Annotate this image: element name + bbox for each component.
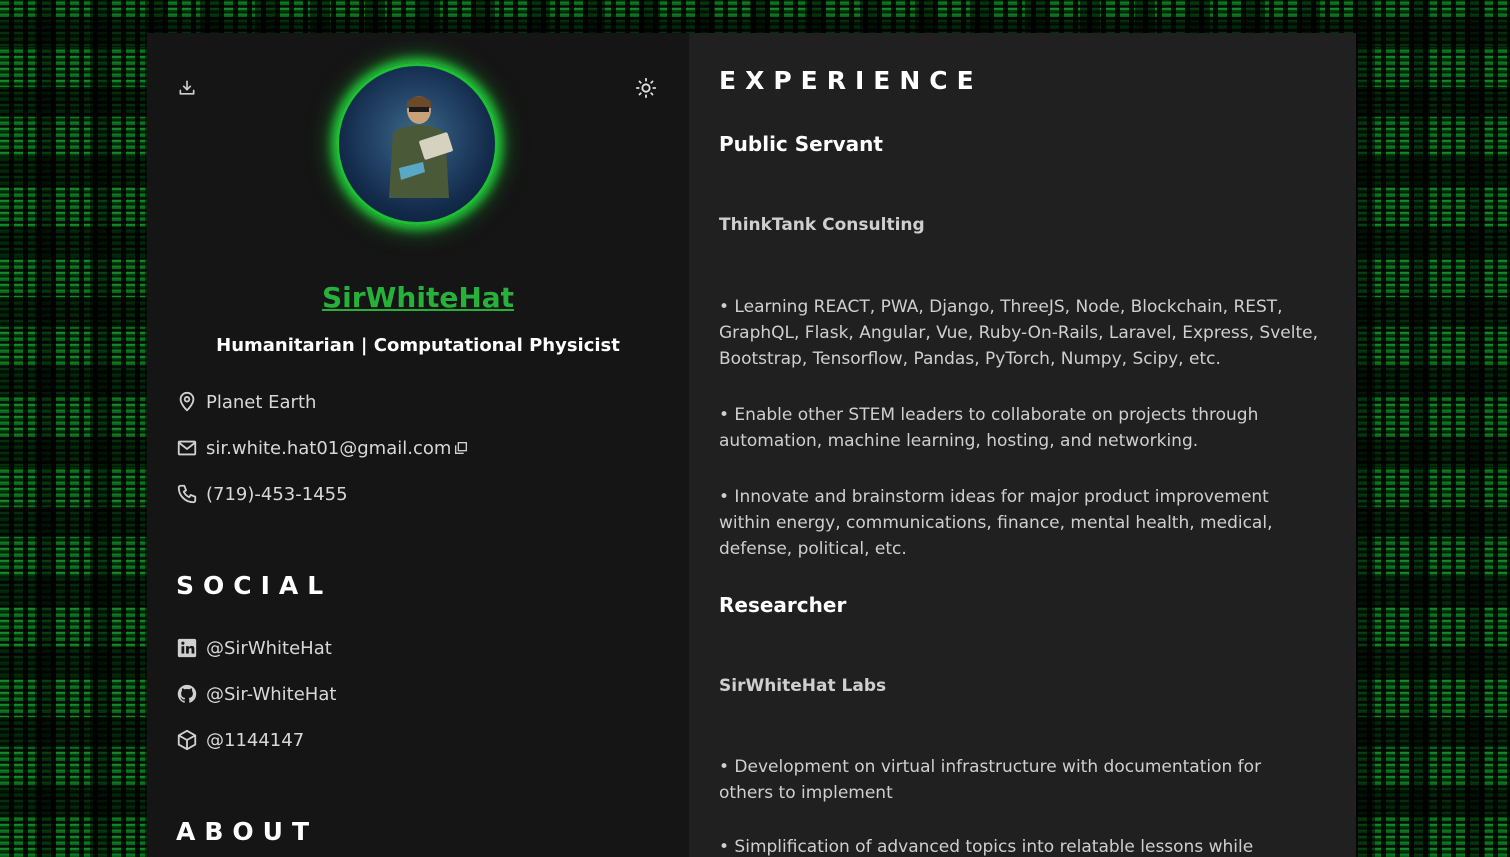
contact-phone[interactable]: (719)-453-1455 xyxy=(176,483,348,505)
social-item-linkedin[interactable]: @SirWhiteHat xyxy=(176,637,332,659)
hacker-figure-icon xyxy=(389,96,453,198)
sun-icon[interactable] xyxy=(634,76,658,100)
email-text[interactable]: sir.white.hat01@gmail.com xyxy=(206,438,451,459)
job-bullet: • Development on virtual infrastructure … xyxy=(719,757,1262,803)
profile-name[interactable]: SirWhiteHat xyxy=(147,281,689,314)
job-role: Researcher xyxy=(719,593,847,617)
linkedin-handle[interactable]: @SirWhiteHat xyxy=(206,638,332,659)
job-role: Public Servant xyxy=(719,132,883,156)
copy-icon[interactable] xyxy=(453,440,469,456)
experience-panel: EXPERIENCE Public Servant ThinkTank Cons… xyxy=(689,33,1356,857)
social-heading: SOCIAL xyxy=(176,571,333,600)
download-icon[interactable] xyxy=(175,76,199,100)
cube-handle[interactable]: @1144147 xyxy=(206,730,304,751)
location-text: Planet Earth xyxy=(206,391,317,413)
job-bullet: • Learning REACT, PWA, Django, ThreeJS, … xyxy=(719,297,1318,369)
job-bullet: • Enable other STEM leaders to collabora… xyxy=(719,405,1259,451)
job-bullet: • Innovate and brainstorm ideas for majo… xyxy=(719,487,1273,559)
about-heading: ABOUT xyxy=(176,817,319,846)
github-handle[interactable]: @Sir-WhiteHat xyxy=(206,684,336,705)
phone-icon xyxy=(177,484,197,504)
profile-sidebar: SirWhiteHat Humanitarian | Computational… xyxy=(147,33,689,857)
cube-icon xyxy=(177,729,197,751)
contact-email[interactable]: sir.white.hat01@gmail.com xyxy=(176,437,469,459)
phone-text[interactable]: (719)-453-1455 xyxy=(206,484,348,505)
experience-heading: EXPERIENCE xyxy=(719,66,983,95)
avatar xyxy=(336,63,498,225)
contact-location: Planet Earth xyxy=(176,391,316,413)
social-item-cube[interactable]: @1144147 xyxy=(176,729,304,751)
linkedin-icon xyxy=(177,638,197,658)
mail-icon xyxy=(177,440,197,456)
social-item-github[interactable]: @Sir-WhiteHat xyxy=(176,683,336,705)
job-company: ThinkTank Consulting xyxy=(719,215,925,235)
github-icon xyxy=(177,684,197,703)
profile-tagline: Humanitarian | Computational Physicist xyxy=(216,335,620,356)
location-pin-icon xyxy=(179,391,195,412)
job-company: SirWhiteHat Labs xyxy=(719,676,887,696)
job-bullet: • Simplification of advanced topics into… xyxy=(719,837,1254,857)
resume-card: SirWhiteHat Humanitarian | Computational… xyxy=(147,33,1356,857)
